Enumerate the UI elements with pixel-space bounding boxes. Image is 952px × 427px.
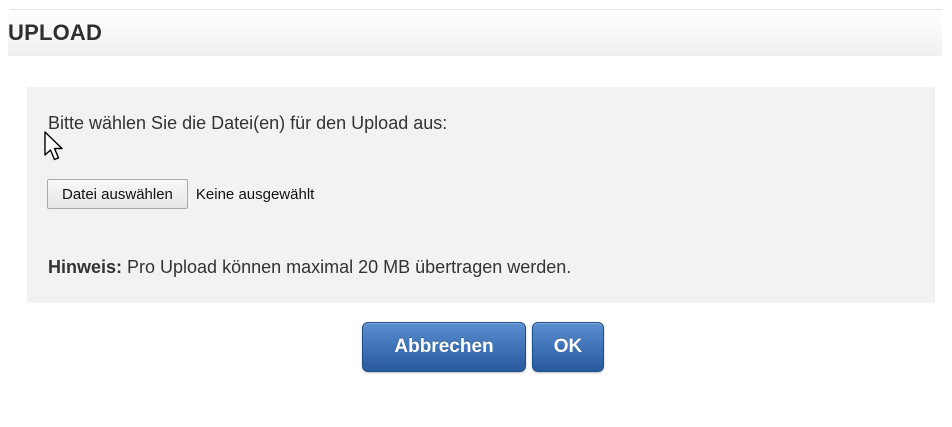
hint-label: Hinweis: bbox=[48, 257, 123, 277]
dialog-actions: Abbrechen OK bbox=[362, 322, 604, 372]
file-status-text: Keine ausgewählt bbox=[195, 185, 315, 203]
choose-file-button[interactable]: Datei auswählen bbox=[47, 179, 188, 209]
header-bar: UPLOAD bbox=[8, 10, 942, 56]
cancel-button[interactable]: Abbrechen bbox=[362, 322, 526, 372]
ok-button[interactable]: OK bbox=[532, 322, 604, 372]
hint-message: Pro Upload können maximal 20 MB übertrag… bbox=[122, 257, 572, 277]
upload-dialog: UPLOAD Bitte wählen Sie die Datei(en) fü… bbox=[0, 0, 952, 427]
hint-text: Hinweis: Pro Upload können maximal 20 MB… bbox=[48, 257, 571, 278]
mouse-pointer-icon bbox=[44, 131, 63, 161]
instruction-text: Bitte wählen Sie die Datei(en) für den U… bbox=[48, 113, 448, 133]
file-input: Datei auswählen Keine ausgewählt bbox=[47, 179, 314, 209]
page-title: UPLOAD bbox=[8, 20, 103, 45]
upload-panel: Bitte wählen Sie die Datei(en) für den U… bbox=[27, 87, 935, 303]
